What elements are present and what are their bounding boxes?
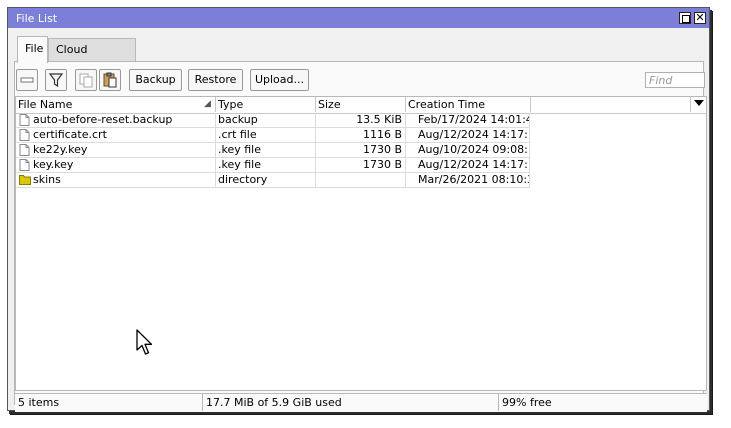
cell-file-name: ke22y.key xyxy=(16,143,216,157)
file-table: File Name ◢ Type Size Creation Time auto… xyxy=(15,96,707,391)
mouse-cursor-icon xyxy=(136,329,153,355)
close-icon[interactable]: ✕ xyxy=(694,12,706,24)
cell-creation-time: Aug/12/2024 14:17:15 xyxy=(406,128,530,142)
window-title: File List xyxy=(16,12,58,25)
upload-button[interactable]: Upload... xyxy=(250,69,309,91)
table-row[interactable]: certificate.crt .crt file 1116 B Aug/12/… xyxy=(16,128,530,143)
backup-button[interactable]: Backup xyxy=(129,69,182,91)
column-header-creation-time[interactable]: Creation Time xyxy=(406,97,531,112)
file-icon xyxy=(19,144,30,156)
minus-icon xyxy=(20,77,34,83)
copy-button[interactable] xyxy=(75,69,97,91)
cell-size: 13.5 KiB xyxy=(316,113,406,127)
cell-type: directory xyxy=(216,173,316,187)
table-row[interactable]: auto-before-reset.backup backup 13.5 KiB… xyxy=(16,113,530,128)
cell-type: .key file xyxy=(216,143,316,157)
paste-icon xyxy=(103,72,117,88)
cell-size xyxy=(316,173,406,187)
cell-file-name: key.key xyxy=(16,158,216,172)
folder-icon xyxy=(19,175,31,185)
file-icon xyxy=(19,129,30,141)
tab-file[interactable]: File xyxy=(17,36,48,63)
cell-file-name: skins xyxy=(16,173,216,187)
remove-button[interactable] xyxy=(16,69,38,91)
file-name: certificate.crt xyxy=(33,128,107,141)
maximize-icon[interactable] xyxy=(679,12,691,24)
table-row[interactable]: ke22y.key .key file 1730 B Aug/10/2024 0… xyxy=(16,143,530,158)
cell-size: 1730 B xyxy=(316,158,406,172)
cell-creation-time: Feb/17/2024 14:01:43 xyxy=(406,113,530,127)
column-header-size[interactable]: Size xyxy=(316,97,406,112)
column-menu-separator xyxy=(690,97,691,112)
cell-creation-time: Aug/10/2024 09:08:13 xyxy=(406,143,530,157)
column-label: File Name xyxy=(18,98,73,111)
filter-icon xyxy=(48,73,64,88)
table-row[interactable]: skins directory Mar/26/2021 08:10:39 xyxy=(16,173,530,188)
file-name: auto-before-reset.backup xyxy=(33,113,173,126)
status-bar: 5 items 17.7 MiB of 5.9 GiB used 99% fre… xyxy=(15,393,707,412)
cell-size: 1116 B xyxy=(316,128,406,142)
file-icon xyxy=(19,114,30,126)
paste-button[interactable] xyxy=(99,69,121,91)
table-header: File Name ◢ Type Size Creation Time xyxy=(16,97,706,114)
file-list-window: File List ✕ File Cloud Backup Restore Up… xyxy=(7,7,710,412)
file-icon xyxy=(19,159,30,171)
item-count: 5 items xyxy=(15,394,203,411)
title-bar[interactable]: File List ✕ xyxy=(8,8,709,28)
column-header-type[interactable]: Type xyxy=(216,97,316,112)
disk-usage: 17.7 MiB of 5.9 GiB used xyxy=(203,394,499,411)
restore-button[interactable]: Restore xyxy=(188,69,243,91)
file-name: ke22y.key xyxy=(33,143,88,156)
sort-icon: ◢ xyxy=(204,99,211,109)
file-name: skins xyxy=(33,173,61,186)
cell-type: .key file xyxy=(216,158,316,172)
copy-icon xyxy=(79,73,93,88)
cell-type: backup xyxy=(216,113,316,127)
table-row[interactable]: key.key .key file 1730 B Aug/12/2024 14:… xyxy=(16,158,530,173)
filter-button[interactable] xyxy=(45,69,67,91)
column-header-file-name[interactable]: File Name ◢ xyxy=(16,97,216,112)
free-space: 99% free xyxy=(502,396,552,409)
file-panel: Backup Restore Upload... File Name ◢ Typ… xyxy=(14,61,707,412)
cell-file-name: auto-before-reset.backup xyxy=(16,113,216,127)
cell-size: 1730 B xyxy=(316,143,406,157)
file-name: key.key xyxy=(33,158,74,171)
find-input[interactable] xyxy=(645,72,705,88)
cell-creation-time: Mar/26/2021 08:10:39 xyxy=(406,173,530,187)
cell-file-name: certificate.crt xyxy=(16,128,216,142)
cell-type: .crt file xyxy=(216,128,316,142)
cell-creation-time: Aug/12/2024 14:17:15 xyxy=(406,158,530,172)
tab-cloud-backup[interactable]: Cloud Backup xyxy=(48,38,136,78)
column-menu-icon[interactable] xyxy=(694,100,704,106)
